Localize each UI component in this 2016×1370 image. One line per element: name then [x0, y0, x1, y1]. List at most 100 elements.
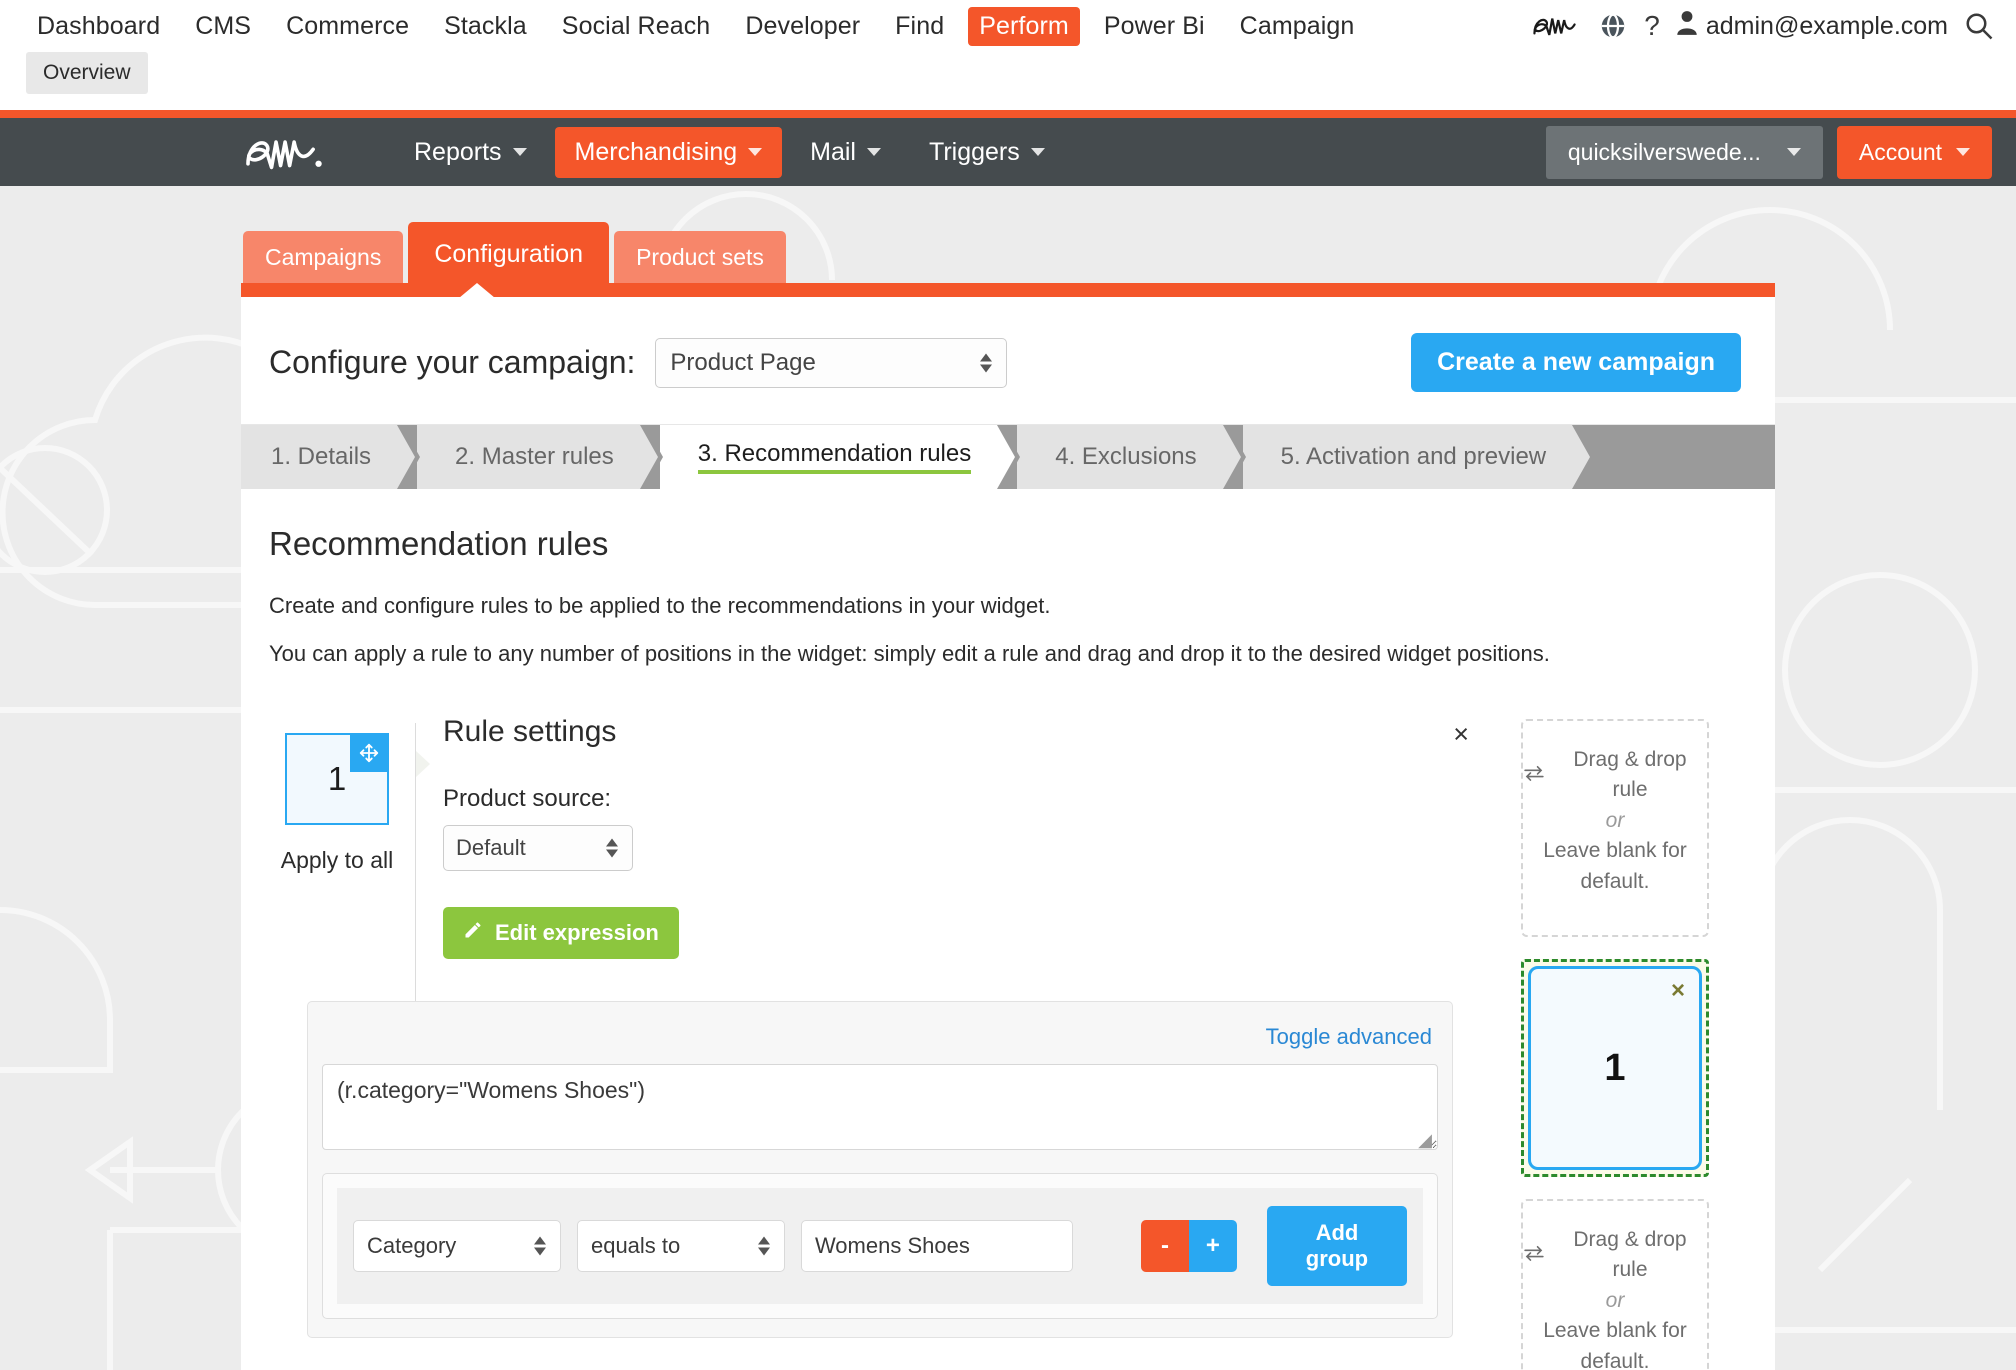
toggle-advanced-row: Toggle advanced [322, 1020, 1438, 1064]
drop-zone-line-1: Drag & drop rule [1523, 745, 1707, 806]
chevron-down-icon [748, 148, 762, 156]
global-nav-item-cms[interactable]: CMS [184, 7, 262, 46]
rule-editor-left: 1 Apply to all [269, 715, 1469, 1370]
edit-expression-label: Edit expression [495, 920, 659, 946]
assigned-rule-card[interactable]: × 1 [1528, 966, 1702, 1170]
query-operator-select[interactable]: equals to [577, 1220, 785, 1272]
step-label: 5. Activation and preview [1281, 443, 1547, 471]
add-condition-button[interactable]: + [1189, 1220, 1237, 1272]
global-nav-item-social-reach[interactable]: Social Reach [551, 7, 722, 46]
app-nav-item-merchandising[interactable]: Merchandising [555, 127, 783, 178]
intro-paragraph-2: You can apply a rule to any number of po… [269, 641, 1741, 667]
drop-zone-text-2: Leave blank for default. [1523, 1316, 1707, 1370]
global-nav-item-developer[interactable]: Developer [734, 7, 871, 46]
global-nav-item-power-bi[interactable]: Power Bi [1093, 7, 1216, 46]
select-arrows-icon [534, 1237, 546, 1256]
step-3-recommendation-rules[interactable]: 3. Recommendation rules [660, 425, 997, 489]
select-arrows-icon [758, 1237, 770, 1256]
main-body: Recommendation rules Create and configur… [241, 489, 1775, 1370]
drop-zone-filled[interactable]: × 1 [1521, 959, 1709, 1177]
epi-logo-nav-icon[interactable] [240, 133, 332, 171]
app-nav-item-triggers[interactable]: Triggers [909, 127, 1065, 178]
global-nav-right-cluster: ? admin@example.com [1530, 10, 1994, 43]
chevron-down-icon [513, 148, 527, 156]
product-source-value: Default [456, 835, 526, 861]
chevron-down-icon [1956, 148, 1970, 156]
account-button-label: Account [1859, 139, 1942, 166]
drop-zone-empty-bottom[interactable]: Drag & drop rule or Leave blank for defa… [1521, 1199, 1709, 1370]
edit-expression-button[interactable]: Edit expression [443, 907, 679, 959]
step-5-activation-preview[interactable]: 5. Activation and preview [1243, 425, 1573, 489]
step-label: 4. Exclusions [1055, 443, 1196, 471]
intro-paragraph-1: Create and configure rules to be applied… [269, 593, 1741, 619]
user-icon [1676, 10, 1698, 43]
app-nav-label-reports: Reports [414, 138, 502, 167]
global-nav-item-find[interactable]: Find [884, 7, 955, 46]
drop-zone-or: or [1606, 806, 1625, 836]
expression-textarea[interactable] [322, 1064, 1438, 1150]
exchange-arrows-icon [1523, 760, 1545, 790]
site-selector-label: quicksilverswede... [1568, 139, 1761, 166]
product-source-select[interactable]: Default [443, 825, 633, 871]
account-dropdown-button[interactable]: Account [1837, 126, 1992, 179]
rule-position-number: 1 [328, 760, 346, 798]
query-builder-rule-row: Category equals to [337, 1188, 1423, 1304]
global-nav-item-stackla[interactable]: Stackla [433, 7, 538, 46]
global-nav-items-row: Dashboard CMS Commerce Stackla Social Re… [0, 0, 2016, 52]
step-1-details[interactable]: 1. Details [241, 425, 397, 489]
tab-underbar [241, 283, 1775, 297]
global-nav-item-perform[interactable]: Perform [968, 7, 1080, 46]
orange-divider-rule [0, 110, 2016, 118]
page-title: Recommendation rules [269, 525, 1741, 563]
user-email: admin@example.com [1706, 12, 1948, 41]
step-4-exclusions[interactable]: 4. Exclusions [1017, 425, 1222, 489]
epi-logo-icon [1530, 11, 1582, 41]
drop-zone-text-1: Drag & drop rule [1553, 745, 1707, 806]
tabs-row: Campaigns Configuration Product sets [241, 222, 1775, 283]
campaign-select[interactable]: Product Page [655, 338, 1007, 388]
global-navigation-bar: Dashboard CMS Commerce Stackla Social Re… [0, 0, 2016, 110]
toggle-advanced-link[interactable]: Toggle advanced [1266, 1024, 1432, 1049]
tab-product-sets[interactable]: Product sets [614, 231, 786, 283]
globe-icon[interactable] [1598, 11, 1628, 41]
exchange-arrows-icon [1523, 1240, 1545, 1270]
add-group-button[interactable]: Add group [1267, 1206, 1407, 1286]
query-builder: Category equals to [322, 1173, 1438, 1319]
select-arrows-icon [980, 353, 992, 372]
create-new-campaign-button[interactable]: Create a new campaign [1411, 333, 1741, 392]
global-nav-item-commerce[interactable]: Commerce [275, 7, 420, 46]
tab-campaigns[interactable]: Campaigns [243, 231, 403, 283]
step-label: 2. Master rules [455, 443, 614, 471]
tab-configuration[interactable]: Configuration [408, 222, 609, 283]
drop-zone-or: or [1606, 1286, 1625, 1316]
remove-assigned-rule-icon[interactable]: × [1671, 977, 1685, 1005]
app-navigation-bar: Reports Merchandising Mail Triggers quic… [0, 118, 2016, 186]
close-icon[interactable]: × [1453, 721, 1469, 748]
user-account-label[interactable]: admin@example.com [1676, 10, 1948, 43]
overview-tab[interactable]: Overview [26, 52, 148, 94]
global-nav-item-campaign[interactable]: Campaign [1229, 7, 1366, 46]
site-selector-dropdown[interactable]: quicksilverswede... [1546, 126, 1823, 179]
query-value-input[interactable] [801, 1220, 1073, 1272]
expression-textarea-wrap: ◢ [322, 1064, 1438, 1155]
campaign-select-value: Product Page [670, 349, 815, 377]
rule-position-caption: Apply to all [269, 847, 405, 874]
remove-condition-button[interactable]: - [1141, 1220, 1189, 1272]
step-2-master-rules[interactable]: 2. Master rules [417, 425, 640, 489]
campaign-configure-header: Configure your campaign: Product Page Cr… [241, 297, 1775, 425]
app-nav-item-mail[interactable]: Mail [790, 127, 901, 178]
app-nav-item-reports[interactable]: Reports [394, 127, 547, 178]
tab-active-arrow-icon [459, 283, 495, 298]
drop-zone-empty-top[interactable]: Drag & drop rule or Leave blank for defa… [1521, 719, 1709, 937]
product-source-label: Product source: [443, 785, 1469, 813]
drop-zone-text-1: Drag & drop rule [1553, 1225, 1707, 1286]
global-nav-item-dashboard[interactable]: Dashboard [26, 7, 171, 46]
query-field-value: Category [367, 1233, 456, 1259]
rule-position-tile[interactable]: 1 [285, 733, 389, 825]
configure-campaign-title: Configure your campaign: [269, 344, 635, 381]
query-field-select[interactable]: Category [353, 1220, 561, 1272]
search-icon[interactable] [1964, 11, 1994, 41]
chevron-down-icon [867, 148, 881, 156]
move-arrows-icon[interactable] [350, 734, 388, 772]
question-mark-icon[interactable]: ? [1644, 10, 1660, 42]
